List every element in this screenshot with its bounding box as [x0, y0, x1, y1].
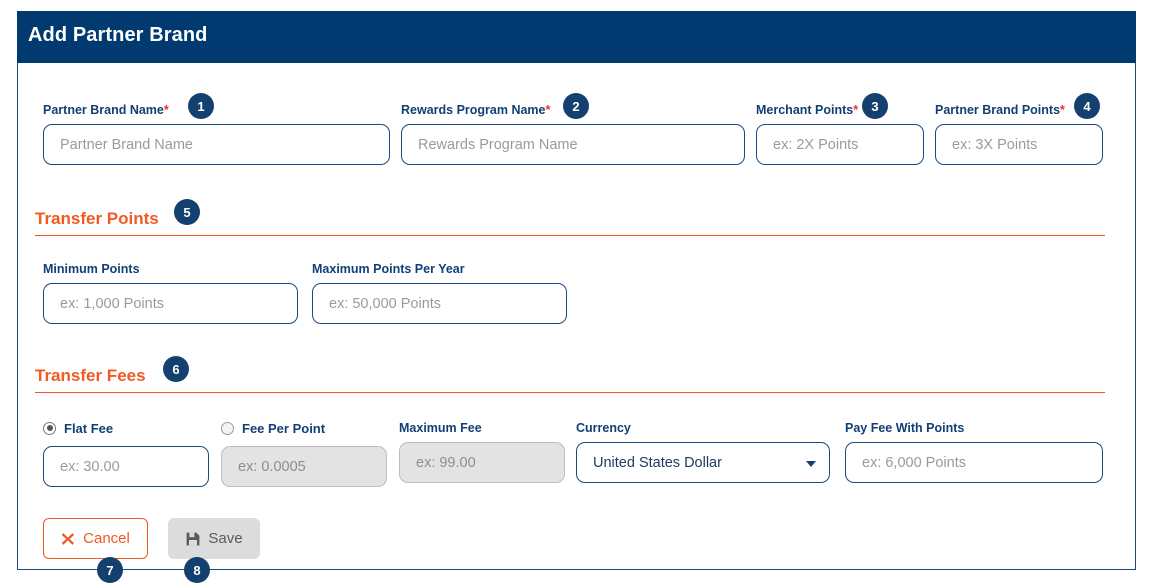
input-fee-per-point — [221, 446, 387, 487]
field-currency: Currency United States Dollar — [576, 421, 830, 483]
radio-fee-per-point-label: Fee Per Point — [242, 420, 326, 436]
page-title: Add Partner Brand — [28, 24, 208, 46]
input-maximum-points-per-year[interactable] — [312, 283, 567, 324]
cancel-button-label: Cancel — [83, 530, 130, 547]
annotation-badge-8: 8 — [184, 557, 210, 583]
label-minimum-points: Minimum Points — [43, 262, 140, 276]
input-pay-fee-with-points[interactable] — [845, 442, 1103, 483]
save-button[interactable]: Save — [168, 518, 261, 559]
panel-header: Add Partner Brand — [17, 11, 1136, 63]
annotation-badge-5: 5 — [174, 199, 200, 225]
required-asterisk: * — [545, 103, 551, 117]
required-asterisk: * — [1060, 103, 1065, 117]
annotation-badge-2: 2 — [563, 93, 589, 119]
floppy-disk-icon — [186, 532, 200, 546]
field-flat-fee: Flat Fee — [43, 420, 209, 487]
input-partner-brand-points[interactable] — [935, 124, 1103, 165]
label-partner-brand-name: Partner Brand Name* — [43, 103, 169, 117]
field-maximum-points-per-year: Maximum Points Per Year — [312, 262, 567, 324]
label-maximum-fee: Maximum Fee — [399, 421, 482, 435]
field-merchant-points: Merchant Points* — [756, 103, 924, 165]
chevron-down-icon[interactable] — [806, 460, 816, 467]
label-maximum-points-per-year: Maximum Points Per Year — [312, 262, 465, 276]
field-pay-fee-with-points: Pay Fee With Points — [845, 421, 1103, 483]
input-minimum-points[interactable] — [43, 283, 298, 324]
required-asterisk: * — [163, 103, 169, 117]
label-currency: Currency — [576, 421, 631, 435]
annotation-badge-1: 1 — [188, 93, 214, 119]
radio-fee-per-point-indicator[interactable] — [221, 421, 234, 435]
radio-flat-fee-label: Flat Fee — [64, 420, 114, 436]
annotation-badge-6: 6 — [163, 356, 189, 382]
field-fee-per-point: Fee Per Point — [221, 420, 387, 487]
panel-body: Partner Brand Name* Rewards Program Name… — [17, 63, 1136, 570]
save-button-label: Save — [208, 530, 243, 547]
annotation-badge-3: 3 — [862, 93, 888, 119]
section-transfer-fees: Transfer Fees — [35, 366, 1105, 393]
cancel-button[interactable]: Cancel — [43, 518, 148, 559]
form-actions: Cancel Save — [43, 518, 261, 559]
field-partner-brand-name: Partner Brand Name* — [43, 103, 390, 165]
annotation-badge-7: 7 — [97, 557, 123, 583]
field-maximum-fee: Maximum Fee — [399, 421, 565, 483]
label-pay-fee-with-points: Pay Fee With Points — [845, 421, 965, 435]
select-currency-value[interactable]: United States Dollar — [576, 442, 830, 483]
close-x-icon — [61, 532, 75, 546]
field-minimum-points: Minimum Points — [43, 262, 298, 324]
add-partner-brand-screen: Add Partner Brand Partner Brand Name* Re… — [0, 0, 1153, 588]
input-partner-brand-name[interactable] — [43, 124, 390, 165]
radio-flat-fee[interactable]: Flat Fee — [43, 420, 209, 436]
select-currency[interactable]: United States Dollar — [576, 442, 830, 483]
input-merchant-points[interactable] — [756, 124, 924, 165]
input-rewards-program-name[interactable] — [401, 124, 745, 165]
input-maximum-fee — [399, 442, 565, 483]
annotation-badge-4: 4 — [1074, 93, 1100, 119]
required-asterisk: * — [853, 103, 859, 117]
radio-fee-per-point[interactable]: Fee Per Point — [221, 420, 387, 436]
section-divider-transfer-points — [35, 235, 1105, 236]
radio-flat-fee-indicator[interactable] — [43, 421, 56, 435]
section-divider-transfer-fees — [35, 392, 1105, 393]
label-merchant-points: Merchant Points* — [756, 103, 859, 117]
input-flat-fee[interactable] — [43, 446, 209, 487]
section-title-transfer-fees: Transfer Fees — [35, 366, 146, 385]
